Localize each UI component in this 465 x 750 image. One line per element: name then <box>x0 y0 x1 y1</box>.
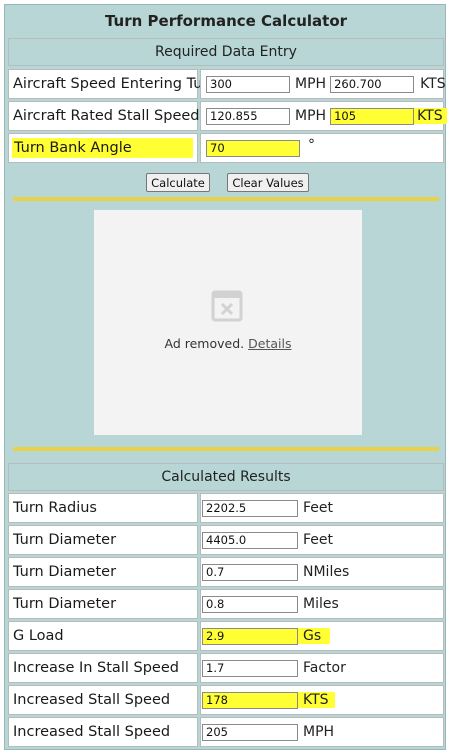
result-unit: MPH <box>303 724 335 740</box>
result-label: Turn Diameter <box>13 564 117 580</box>
result-value[interactable] <box>202 499 298 517</box>
ad-placeholder: Ad removed. Details <box>94 210 362 435</box>
result-label: Turn Radius <box>13 500 97 516</box>
page-title: Turn Performance Calculator <box>104 12 348 30</box>
result-unit: Factor <box>303 660 346 676</box>
result-label: Increase In Stall Speed <box>13 660 179 676</box>
degree-unit: ° <box>308 137 315 153</box>
result-value-group: Factor <box>202 653 346 683</box>
result-value[interactable] <box>202 563 298 581</box>
result-value-group: NMiles <box>202 557 349 587</box>
result-row: Turn Diameter Feet <box>5 525 445 557</box>
speed-values: MPH KTS <box>206 69 446 99</box>
stall-label: Aircraft Rated Stall Speed <box>13 108 200 124</box>
speed-mph-unit: MPH <box>295 76 327 92</box>
result-label: Increased Stall Speed <box>13 692 171 708</box>
stall-mph-input[interactable] <box>206 107 290 125</box>
divider-stripe-top <box>13 197 439 201</box>
bank-values: ° <box>206 133 315 163</box>
result-unit: Gs <box>298 628 331 644</box>
result-value[interactable] <box>202 691 298 709</box>
stall-mph-unit: MPH <box>295 108 327 124</box>
result-unit: Feet <box>303 500 334 516</box>
result-row: Turn Diameter Miles <box>5 589 445 621</box>
result-row: G Load Gs <box>5 621 445 653</box>
stall-kts-input[interactable] <box>330 107 415 125</box>
result-value[interactable] <box>202 723 298 741</box>
ad-message: Ad removed. Details <box>94 336 362 351</box>
result-row: Increased Stall Speed KTS <box>5 685 445 717</box>
result-value-group: KTS <box>202 685 335 715</box>
result-label: G Load <box>13 628 64 644</box>
result-row: Increased Stall Speed MPH <box>5 717 445 749</box>
result-unit: NMiles <box>303 564 350 580</box>
bank-label: Turn Bank Angle <box>12 138 193 158</box>
result-label: Increased Stall Speed <box>13 724 171 740</box>
result-row: Turn Radius Feet <box>5 493 445 525</box>
result-value-group: MPH <box>202 717 334 747</box>
speed-kts-input[interactable] <box>330 75 415 93</box>
calculate-button[interactable]: Calculate <box>146 173 210 192</box>
stall-kts-unit: KTS <box>414 108 447 124</box>
result-label: Turn Diameter <box>13 532 117 548</box>
result-value[interactable] <box>202 595 298 613</box>
ad-removed-icon <box>211 290 243 322</box>
divider-stripe-bottom <box>13 447 439 451</box>
result-value[interactable] <box>202 531 298 549</box>
entry-heading: Required Data Entry <box>155 44 297 60</box>
results-heading: Calculated Results <box>161 469 291 485</box>
result-value-group: Feet <box>202 493 333 523</box>
result-row: Turn Diameter NMiles <box>5 557 445 589</box>
result-label: Turn Diameter <box>13 596 117 612</box>
action-panel: Calculate Clear Values Ad removed. Detai… <box>8 166 444 463</box>
result-value-group: Gs <box>202 621 331 651</box>
stall-values: MPH KTS <box>206 101 447 131</box>
ad-removed-text: Ad removed. <box>164 336 245 351</box>
result-unit: Feet <box>303 532 334 548</box>
result-value[interactable] <box>202 659 298 677</box>
ad-details-link[interactable]: Details <box>248 336 291 351</box>
bank-angle-input[interactable] <box>206 139 300 157</box>
speed-mph-input[interactable] <box>206 75 290 93</box>
page: Turn Performance Calculator Required Dat… <box>0 0 465 750</box>
result-unit: KTS <box>298 692 335 708</box>
result-value-group: Feet <box>202 525 333 555</box>
speed-kts-unit: KTS <box>420 76 446 92</box>
clear-values-button[interactable]: Clear Values <box>227 173 309 192</box>
result-unit: Miles <box>303 596 339 612</box>
calculator-frame: Turn Performance Calculator Required Dat… <box>4 4 447 750</box>
result-value[interactable] <box>202 627 298 645</box>
result-row: Increase In Stall Speed Factor <box>5 653 445 685</box>
speed-label: Aircraft Speed Entering Turn <box>13 76 218 92</box>
result-value-group: Miles <box>202 589 339 619</box>
